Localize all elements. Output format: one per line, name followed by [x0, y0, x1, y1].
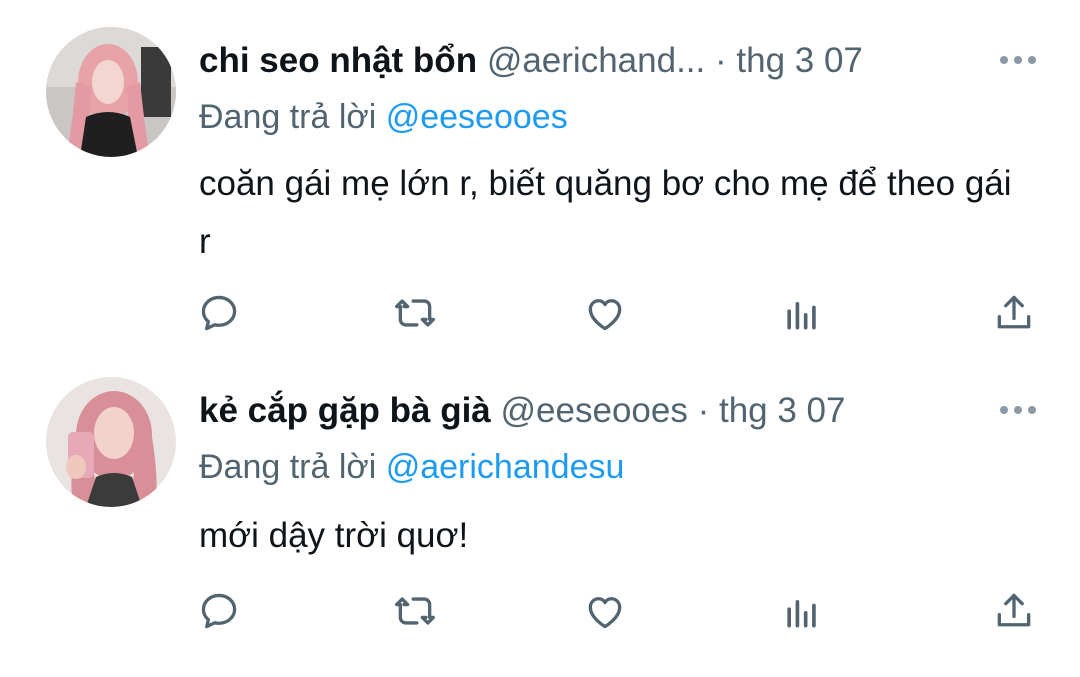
share-button[interactable]	[991, 290, 1037, 336]
tweet-header: kẻ cắp gặp bà già @eeseooes · thg 3 07	[199, 390, 845, 432]
separator: ·	[697, 391, 710, 430]
reply-button[interactable]	[196, 290, 242, 336]
like-button[interactable]	[582, 588, 628, 634]
reply-icon	[201, 295, 237, 331]
like-icon	[588, 597, 622, 629]
avatar[interactable]	[46, 27, 176, 157]
like-icon	[588, 299, 622, 331]
replying-to-label: Đang trả lời	[199, 98, 377, 136]
username[interactable]: @aerichand...	[487, 41, 705, 80]
profile-photo-icon	[46, 377, 176, 507]
retweet-icon	[395, 597, 435, 625]
share-icon	[997, 593, 1031, 627]
replying-to: Đang trả lời @eeseooes	[199, 96, 568, 138]
views-button[interactable]	[779, 290, 825, 336]
tweet[interactable]: kẻ cắp gặp bà già @eeseooes · thg 3 07 Đ…	[0, 352, 1080, 677]
more-options-icon[interactable]	[1000, 54, 1036, 66]
timestamp[interactable]: thg 3 07	[719, 391, 846, 430]
more-options-icon[interactable]	[1000, 404, 1036, 416]
tweet[interactable]: chi seo nhật bổn @aerichand... · thg 3 0…	[0, 0, 1080, 352]
timestamp[interactable]: thg 3 07	[736, 41, 863, 80]
profile-photo-icon	[46, 27, 176, 157]
tweet-actions	[0, 290, 1080, 340]
views-icon	[787, 600, 816, 628]
username[interactable]: @eeseooes	[501, 391, 688, 430]
retweet-button[interactable]	[392, 290, 438, 336]
avatar[interactable]	[46, 377, 176, 507]
views-button[interactable]	[779, 588, 825, 634]
replying-to-label: Đang trả lời	[199, 448, 377, 486]
like-button[interactable]	[582, 290, 628, 336]
tweet-text: coăn gái mẹ lớn r, biết quăng bơ cho mẹ …	[199, 164, 1012, 261]
retweet-button[interactable]	[392, 588, 438, 634]
tweet-actions	[0, 588, 1080, 638]
reply-mention-link[interactable]: @aerichandesu	[386, 448, 625, 486]
retweet-icon	[395, 299, 435, 327]
views-icon	[787, 302, 816, 330]
share-button[interactable]	[991, 588, 1037, 634]
tweet-header: chi seo nhật bổn @aerichand... · thg 3 0…	[199, 40, 863, 82]
display-name[interactable]: chi seo nhật bổn	[199, 41, 477, 80]
tweet-text: mới dậy trời quơ!	[199, 516, 469, 555]
separator: ·	[714, 41, 727, 80]
share-icon	[997, 295, 1031, 329]
reply-icon	[201, 593, 237, 629]
replying-to: Đang trả lời @aerichandesu	[199, 446, 624, 488]
reply-button[interactable]	[196, 588, 242, 634]
reply-mention-link[interactable]: @eeseooes	[386, 98, 568, 136]
display-name[interactable]: kẻ cắp gặp bà già	[199, 391, 491, 430]
